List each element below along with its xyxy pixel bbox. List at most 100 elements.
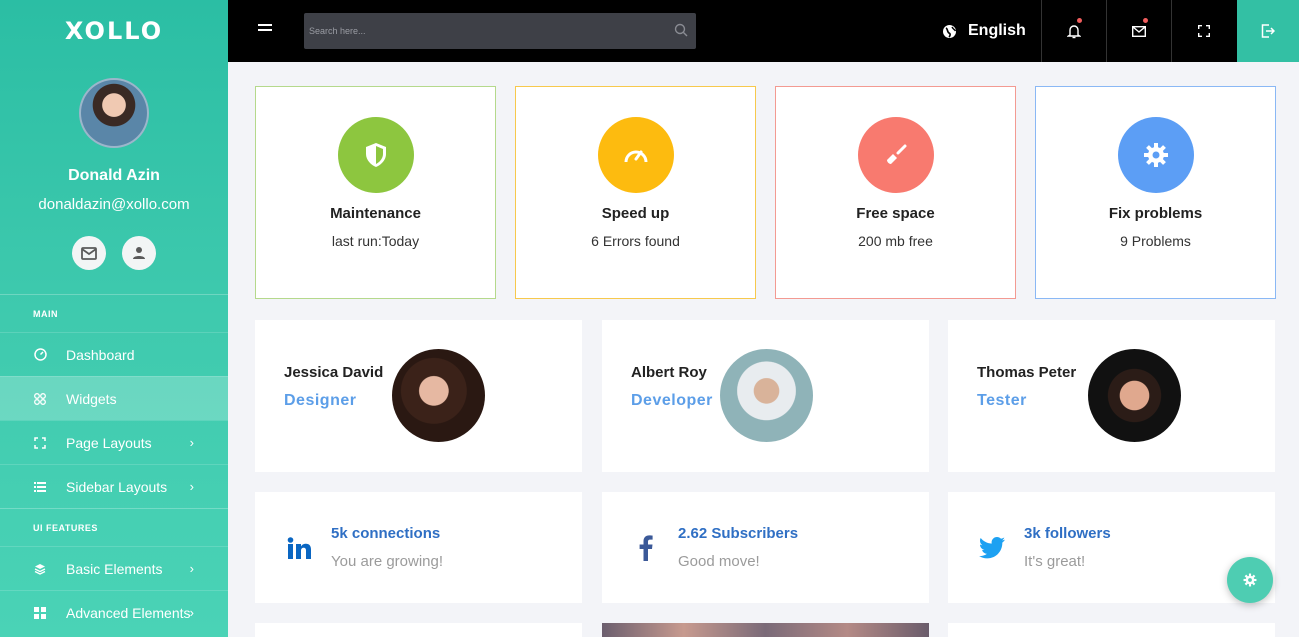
notification-badge (1077, 18, 1082, 23)
envelope-icon (1132, 25, 1146, 37)
profile-photo (392, 349, 485, 442)
search-input[interactable] (304, 13, 696, 49)
fullscreen-icon (1198, 25, 1210, 37)
layers-icon (33, 562, 47, 576)
card-partial (948, 623, 1275, 637)
linkedin-icon (285, 534, 313, 562)
bell-icon (1067, 24, 1081, 38)
stat-card-maintenance[interactable]: Maintenance last run:Today (255, 86, 496, 299)
chevron-right-icon: › (189, 605, 194, 620)
social-card-twitter[interactable]: 3k followers It's great! (948, 492, 1275, 603)
stat-icon-circle (1117, 117, 1194, 193)
message-badge (1143, 18, 1148, 23)
stat-title: Fix problems (1108, 205, 1203, 222)
user-name: Donald Azin (68, 167, 160, 184)
sidebar-item-page-layouts[interactable]: Page Layouts › (0, 420, 228, 464)
app-logo[interactable]: XOLLO (0, 0, 228, 62)
profile-name: Albert Roy (631, 364, 707, 381)
gear-icon (1143, 143, 1168, 167)
sidebar-item-label: Basic Elements (66, 560, 163, 577)
sidebar: XOLLO Donald Azin donaldazin@xollo.com M… (0, 0, 228, 637)
chevron-right-icon: › (189, 435, 194, 450)
stat-subtitle: 6 Errors found (591, 233, 680, 249)
list-icon (33, 480, 47, 494)
chevron-right-icon: › (189, 561, 194, 576)
stat-card-speed-up[interactable]: Speed up 6 Errors found (515, 86, 756, 299)
sidebar-item-label: Page Layouts (66, 434, 152, 451)
profile-role: Tester (977, 392, 1027, 409)
stat-card-free-space[interactable]: Free space 200 mb free (775, 86, 1016, 299)
chevron-right-icon: › (189, 479, 194, 494)
stat-card-fix-problems[interactable]: Fix problems 9 Problems (1035, 86, 1276, 299)
profile-card[interactable]: Jessica David Designer (255, 320, 582, 472)
sidebar-item-widgets[interactable]: Widgets (0, 376, 228, 420)
social-title: 5k connections (331, 525, 441, 542)
profile-card[interactable]: Thomas Peter Tester (948, 320, 1275, 472)
card-partial (255, 623, 582, 637)
user-avatar[interactable] (79, 78, 149, 148)
profile-photo (1088, 349, 1181, 442)
sidebar-item-label: Dashboard (66, 346, 135, 363)
social-subtitle: Good move! (678, 553, 760, 570)
social-title: 2.62 Subscribers (678, 525, 799, 542)
stat-icon-circle (857, 117, 934, 193)
messages-button[interactable] (1106, 0, 1171, 62)
settings-fab[interactable] (1227, 557, 1273, 603)
shield-icon (365, 143, 386, 167)
speedometer-icon (624, 150, 647, 163)
profile-role: Designer (284, 392, 357, 409)
card-partial-image (602, 623, 929, 637)
profile-photo (720, 349, 813, 442)
stat-icon-circle (597, 117, 674, 193)
logout-icon (1261, 24, 1275, 38)
user-email: donaldazin@xollo.com (38, 196, 190, 213)
profile-name: Jessica David (284, 364, 384, 381)
grid-icon (33, 606, 47, 620)
sidebar-item-label: Widgets (66, 390, 117, 407)
profile-name: Thomas Peter (977, 364, 1077, 381)
menu-toggle-icon[interactable] (258, 24, 272, 36)
user-icon (133, 247, 145, 259)
sidebar-item-advanced-elements[interactable]: Advanced Elements › (0, 590, 228, 634)
stat-subtitle: 200 mb free (858, 233, 933, 249)
social-subtitle: It's great! (1024, 553, 1086, 570)
sidebar-item-basic-elements[interactable]: Basic Elements › (0, 546, 228, 590)
mail-button[interactable] (72, 236, 106, 270)
expand-icon (33, 436, 47, 450)
social-card-linkedin[interactable]: 5k connections You are growing! (255, 492, 582, 603)
profile-card[interactable]: Albert Roy Developer (602, 320, 929, 472)
social-card-facebook[interactable]: 2.62 Subscribers Good move! (602, 492, 929, 603)
sidebar-item-label: Sidebar Layouts (66, 478, 168, 495)
stat-title: Free space (856, 205, 935, 222)
language-selector[interactable]: English (942, 0, 1026, 62)
broom-icon (886, 144, 906, 164)
main-content: Maintenance last run:Today Speed up 6 Er… (228, 62, 1299, 637)
stat-title: Speed up (601, 205, 670, 222)
profile-role: Developer (631, 392, 713, 409)
section-label-main: MAIN (0, 294, 228, 332)
widgets-icon (33, 392, 47, 406)
dashboard-icon (33, 348, 47, 362)
stat-title: Maintenance (330, 205, 421, 222)
topbar: English (228, 0, 1299, 62)
profile-button[interactable] (122, 236, 156, 270)
search-icon[interactable] (674, 23, 688, 37)
gear-icon (1243, 573, 1257, 587)
user-actions (0, 236, 228, 270)
fullscreen-button[interactable] (1171, 0, 1236, 62)
facebook-icon (632, 534, 660, 562)
sidebar-item-sidebar-layouts[interactable]: Sidebar Layouts › (0, 464, 228, 508)
twitter-icon (978, 534, 1006, 562)
sidebar-item-dashboard[interactable]: Dashboard (0, 332, 228, 376)
logout-button[interactable] (1237, 0, 1299, 62)
search-box (304, 13, 696, 49)
social-subtitle: You are growing! (331, 553, 444, 570)
sidebar-item-label: Advanced Elements (66, 604, 191, 621)
language-label: English (968, 22, 1026, 39)
stat-subtitle: 9 Problems (1120, 233, 1191, 249)
stat-icon-circle (337, 117, 414, 193)
notifications-button[interactable] (1041, 0, 1106, 62)
stat-subtitle: last run:Today (331, 233, 420, 249)
section-label-ui-features: UI FEATURES (0, 508, 228, 546)
mail-icon (81, 246, 97, 260)
